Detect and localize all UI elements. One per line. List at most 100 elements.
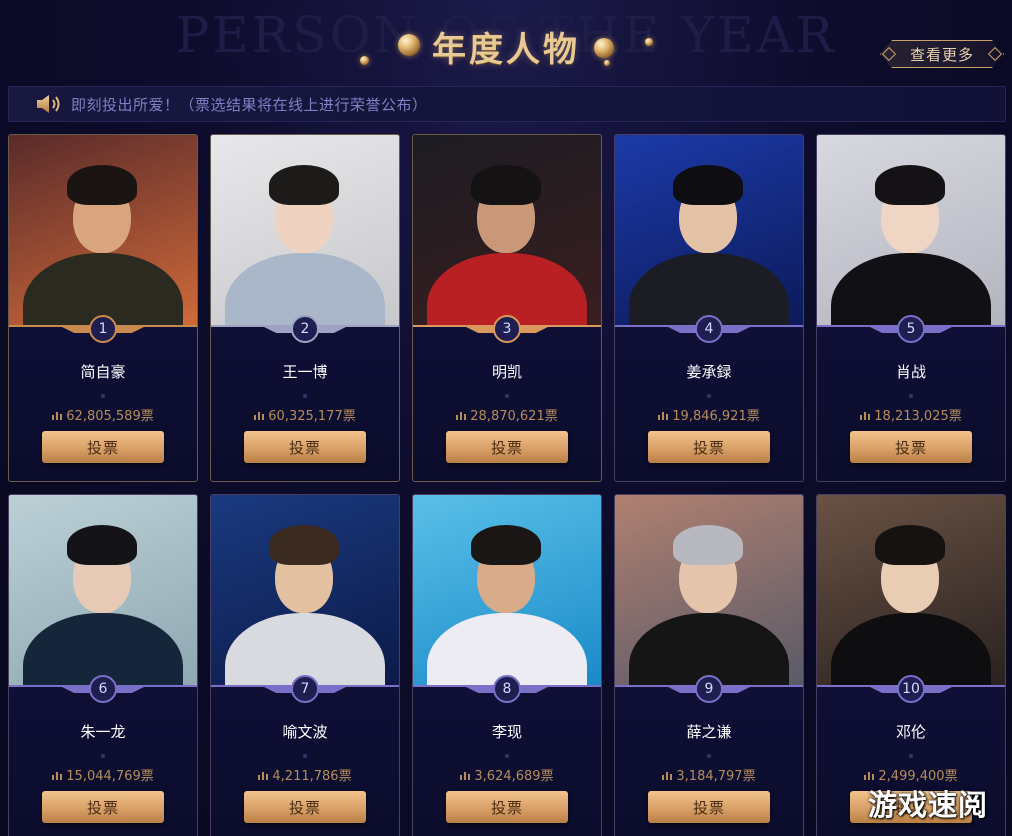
candidate-photo (817, 135, 1005, 325)
vote-button[interactable]: 投票 (446, 791, 568, 823)
notice-text: 即刻投出所爱！（票选结果将在线上进行荣誉公布） (71, 95, 428, 114)
portrait-figure (9, 135, 197, 325)
portrait-figure (615, 135, 803, 325)
vote-button[interactable]: 投票 (42, 791, 164, 823)
rank-number: 4 (704, 321, 714, 337)
candidate-photo (615, 495, 803, 685)
vote-button[interactable]: 投票 (648, 791, 770, 823)
divider-dot (707, 754, 711, 758)
candidate-card: 9 薛之谦 3,184,797票 投票 (614, 494, 804, 836)
rank-badge: 2 (291, 315, 319, 343)
page-title: 年度人物 (432, 30, 580, 70)
rank-badge: 3 (493, 315, 521, 343)
rank-number: 7 (300, 681, 310, 697)
vote-count-value: 62,805,589票 (66, 409, 154, 424)
candidate-photo (9, 135, 197, 325)
candidate-photo (211, 135, 399, 325)
candidate-name: 明凯 (491, 363, 522, 381)
portrait-figure (413, 495, 601, 685)
vote-count: 15,044,769票 (9, 765, 197, 784)
candidate-photo (413, 135, 601, 325)
divider-dot (909, 754, 913, 758)
rank-number: 8 (502, 681, 512, 697)
vote-count-value: 18,213,025票 (874, 409, 962, 424)
bar-chart-icon (658, 409, 669, 420)
candidate-name: 王一博 (282, 363, 328, 381)
page: PERSON OF THE YEAR 年度人物 查看更多 即刻投出所爱！（票选结… (0, 0, 1012, 836)
candidate-name: 薛之谦 (686, 723, 732, 741)
candidate-card: 1 简自豪 62,805,589票 投票 (8, 134, 198, 482)
notice-bar: 即刻投出所爱！（票选结果将在线上进行荣誉公布） (8, 86, 1006, 122)
candidate-card: 5 肖战 18,213,025票 投票 (816, 134, 1006, 482)
rank-badge: 8 (493, 675, 521, 703)
divider-dot (505, 754, 509, 758)
divider-dot (303, 394, 307, 398)
rank-badge: 5 (897, 315, 925, 343)
portrait-figure (615, 495, 803, 685)
portrait-figure (817, 495, 1005, 685)
vote-count: 19,846,921票 (615, 405, 803, 424)
vote-button[interactable]: 投票 (446, 431, 568, 463)
candidate-card: 8 李现 3,624,689票 投票 (412, 494, 602, 836)
divider-dot (303, 754, 307, 758)
candidate-photo (817, 495, 1005, 685)
divider-dot (101, 394, 105, 398)
candidate-card: 3 明凯 28,870,621票 投票 (412, 134, 602, 482)
divider-dot (707, 394, 711, 398)
candidate-card: 4 姜承録 19,846,921票 投票 (614, 134, 804, 482)
portrait-figure (211, 495, 399, 685)
rank-number: 9 (704, 681, 714, 697)
rank-badge: 9 (695, 675, 723, 703)
vote-count-value: 3,624,689票 (474, 769, 554, 784)
vote-count-value: 3,184,797票 (676, 769, 756, 784)
rank-number: 2 (300, 321, 310, 337)
rank-number: 3 (502, 321, 512, 337)
rank-number: 6 (98, 681, 108, 697)
vote-button[interactable]: 投票 (244, 791, 366, 823)
vote-count: 60,325,177票 (211, 405, 399, 424)
candidate-photo (413, 495, 601, 685)
header: PERSON OF THE YEAR 年度人物 查看更多 (0, 0, 1012, 84)
vote-count-value: 19,846,921票 (672, 409, 760, 424)
vote-count: 28,870,621票 (413, 405, 601, 424)
candidate-photo (615, 135, 803, 325)
rank-badge: 10 (897, 675, 925, 703)
view-more-button[interactable]: 查看更多 (880, 40, 1004, 68)
rank-badge: 7 (291, 675, 319, 703)
candidate-name: 李现 (491, 723, 522, 741)
watermark: 游戏速阅 (868, 788, 989, 822)
vote-count-value: 28,870,621票 (470, 409, 558, 424)
candidate-name: 姜承録 (686, 363, 732, 381)
vote-count: 62,805,589票 (9, 405, 197, 424)
vote-count-value: 15,044,769票 (66, 769, 154, 784)
vote-count: 3,624,689票 (413, 765, 601, 784)
candidate-name: 朱一龙 (80, 723, 126, 741)
rank-number: 10 (902, 681, 920, 697)
candidate-name: 邓伦 (895, 723, 926, 741)
candidate-grid: 1 简自豪 62,805,589票 投票 2 王一博 60,325,177票 投… (8, 134, 1006, 836)
portrait-figure (211, 135, 399, 325)
rank-number: 1 (98, 321, 108, 337)
speaker-icon (35, 93, 65, 115)
portrait-figure (817, 135, 1005, 325)
vote-button[interactable]: 投票 (850, 431, 972, 463)
bar-chart-icon (52, 409, 63, 420)
vote-button[interactable]: 投票 (42, 431, 164, 463)
vote-count-value: 60,325,177票 (268, 409, 356, 424)
bar-chart-icon (662, 769, 673, 780)
candidate-photo (211, 495, 399, 685)
vote-count: 3,184,797票 (615, 765, 803, 784)
candidate-name: 肖战 (895, 363, 926, 381)
divider-dot (909, 394, 913, 398)
portrait-figure (9, 495, 197, 685)
rank-badge: 4 (695, 315, 723, 343)
vote-button[interactable]: 投票 (244, 431, 366, 463)
candidate-photo (9, 495, 197, 685)
rank-badge: 1 (89, 315, 117, 343)
rank-number: 5 (906, 321, 916, 337)
bar-chart-icon (52, 769, 63, 780)
vote-button[interactable]: 投票 (648, 431, 770, 463)
rank-badge: 6 (89, 675, 117, 703)
portrait-figure (413, 135, 601, 325)
divider-dot (505, 394, 509, 398)
